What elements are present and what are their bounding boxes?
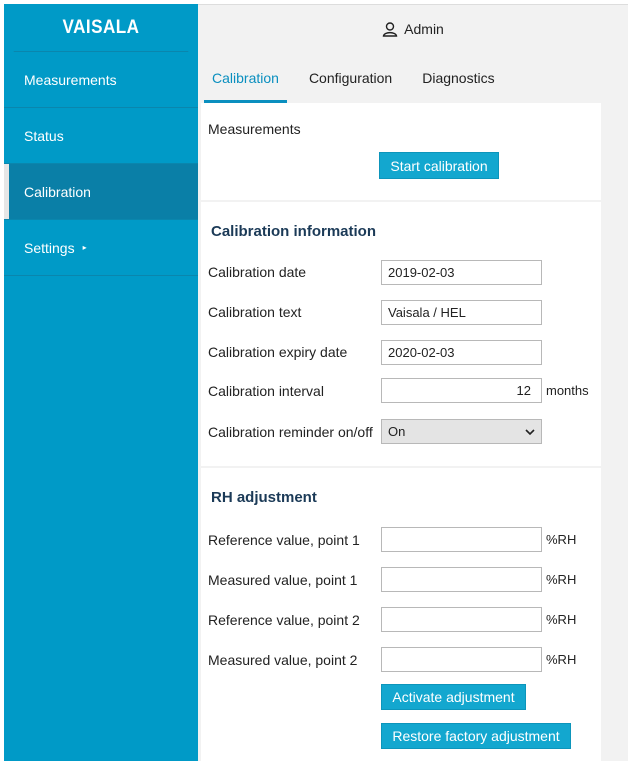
calibration-date-field[interactable]: 2019-02-03 — [381, 260, 542, 285]
sidebar-item-status[interactable]: Status — [4, 108, 198, 164]
reference-point2-label: Reference value, point 2 — [208, 612, 360, 628]
calibration-expiry-field[interactable]: 2020-02-03 — [381, 340, 542, 365]
top-bar: Admin — [198, 4, 628, 52]
calibration-interval-label: Calibration interval — [208, 383, 324, 399]
measured-point1-label: Measured value, point 1 — [208, 572, 358, 588]
tab-configuration[interactable]: Configuration — [301, 52, 400, 103]
calibration-interval-field[interactable]: 12 — [381, 378, 542, 403]
reference-point2-input[interactable] — [381, 607, 542, 632]
calibration-info-heading: Calibration information — [211, 223, 376, 240]
calibration-reminder-label: Calibration reminder on/off — [208, 424, 373, 440]
tab-bar: Calibration Configuration Diagnostics — [198, 52, 628, 103]
chevron-down-icon — [525, 424, 535, 439]
user-icon[interactable] — [382, 21, 398, 37]
rh-unit-label: %RH — [546, 652, 577, 667]
rh-unit-label: %RH — [546, 612, 577, 627]
interval-unit-label: months — [546, 383, 589, 398]
rh-unit-label: %RH — [546, 572, 577, 587]
sidebar-item-settings[interactable]: Settings ▸ — [4, 220, 198, 276]
tab-diagnostics[interactable]: Diagnostics — [414, 52, 502, 103]
measurements-label: Measurements — [208, 121, 301, 137]
sidebar-item-calibration[interactable]: Calibration — [4, 164, 198, 220]
rh-adjustment-panel: RH adjustment Reference value, point 1 %… — [201, 468, 601, 761]
calibration-text-label: Calibration text — [208, 304, 302, 320]
calibration-date-label: Calibration date — [208, 264, 307, 280]
measured-point2-input[interactable] — [381, 647, 542, 672]
vaisala-logo: VAISALA — [13, 4, 189, 52]
reference-point1-input[interactable] — [381, 527, 542, 552]
reminder-selected-value: On — [388, 424, 406, 439]
sidebar-item-label: Status — [24, 127, 64, 144]
restore-factory-adjustment-button[interactable]: Restore factory adjustment — [381, 723, 571, 749]
measured-point2-label: Measured value, point 2 — [208, 652, 358, 668]
main-content: Measurements Start calibration Calibrati… — [198, 103, 628, 761]
sidebar-item-label: Calibration — [24, 183, 91, 200]
calibration-text-field[interactable]: Vaisala / HEL — [381, 300, 542, 325]
sidebar-item-label: Measurements — [24, 71, 117, 88]
rh-unit-label: %RH — [546, 532, 577, 547]
activate-adjustment-button[interactable]: Activate adjustment — [381, 684, 526, 710]
tab-calibration[interactable]: Calibration — [204, 52, 287, 103]
reference-point1-label: Reference value, point 1 — [208, 532, 360, 548]
calibration-reminder-select[interactable]: On — [381, 419, 542, 444]
calibration-info-panel: Calibration information Calibration date… — [201, 202, 601, 466]
calibration-expiry-label: Calibration expiry date — [208, 344, 348, 360]
sidebar-item-measurements[interactable]: Measurements — [4, 52, 198, 108]
start-calibration-button[interactable]: Start calibration — [379, 152, 499, 179]
measured-point1-input[interactable] — [381, 567, 542, 592]
caret-right-icon: ▸ — [82, 243, 87, 252]
sidebar: VAISALA Measurements Status Calibration … — [4, 4, 198, 761]
sidebar-item-label: Settings — [24, 239, 75, 256]
rh-adjustment-heading: RH adjustment — [211, 489, 317, 506]
user-name[interactable]: Admin — [404, 21, 444, 37]
measurements-panel: Measurements Start calibration — [201, 103, 601, 200]
